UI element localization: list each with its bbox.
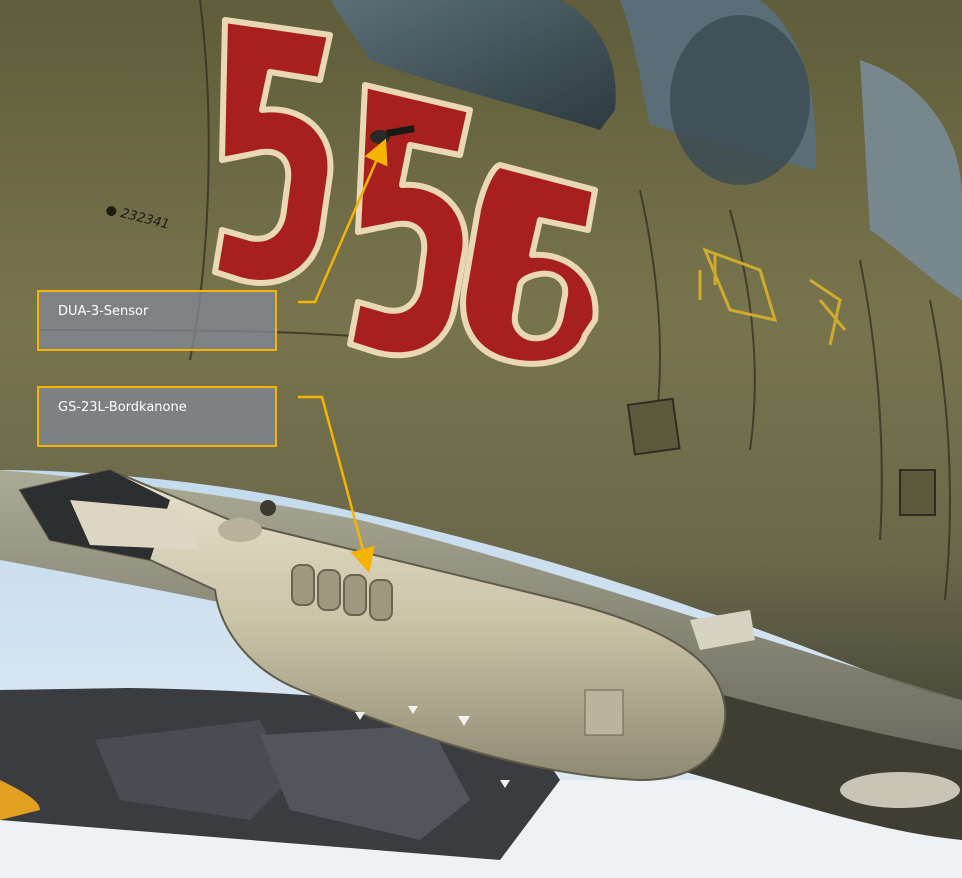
dua-3-sensor-label: DUA-3-Sensor bbox=[37, 290, 277, 351]
annotated-photo: ● 232341 DUA-3-Sensor GS-23L-Bordkanone bbox=[0, 0, 962, 878]
gs-23l-gun-label: GS-23L-Bordkanone bbox=[37, 386, 277, 447]
